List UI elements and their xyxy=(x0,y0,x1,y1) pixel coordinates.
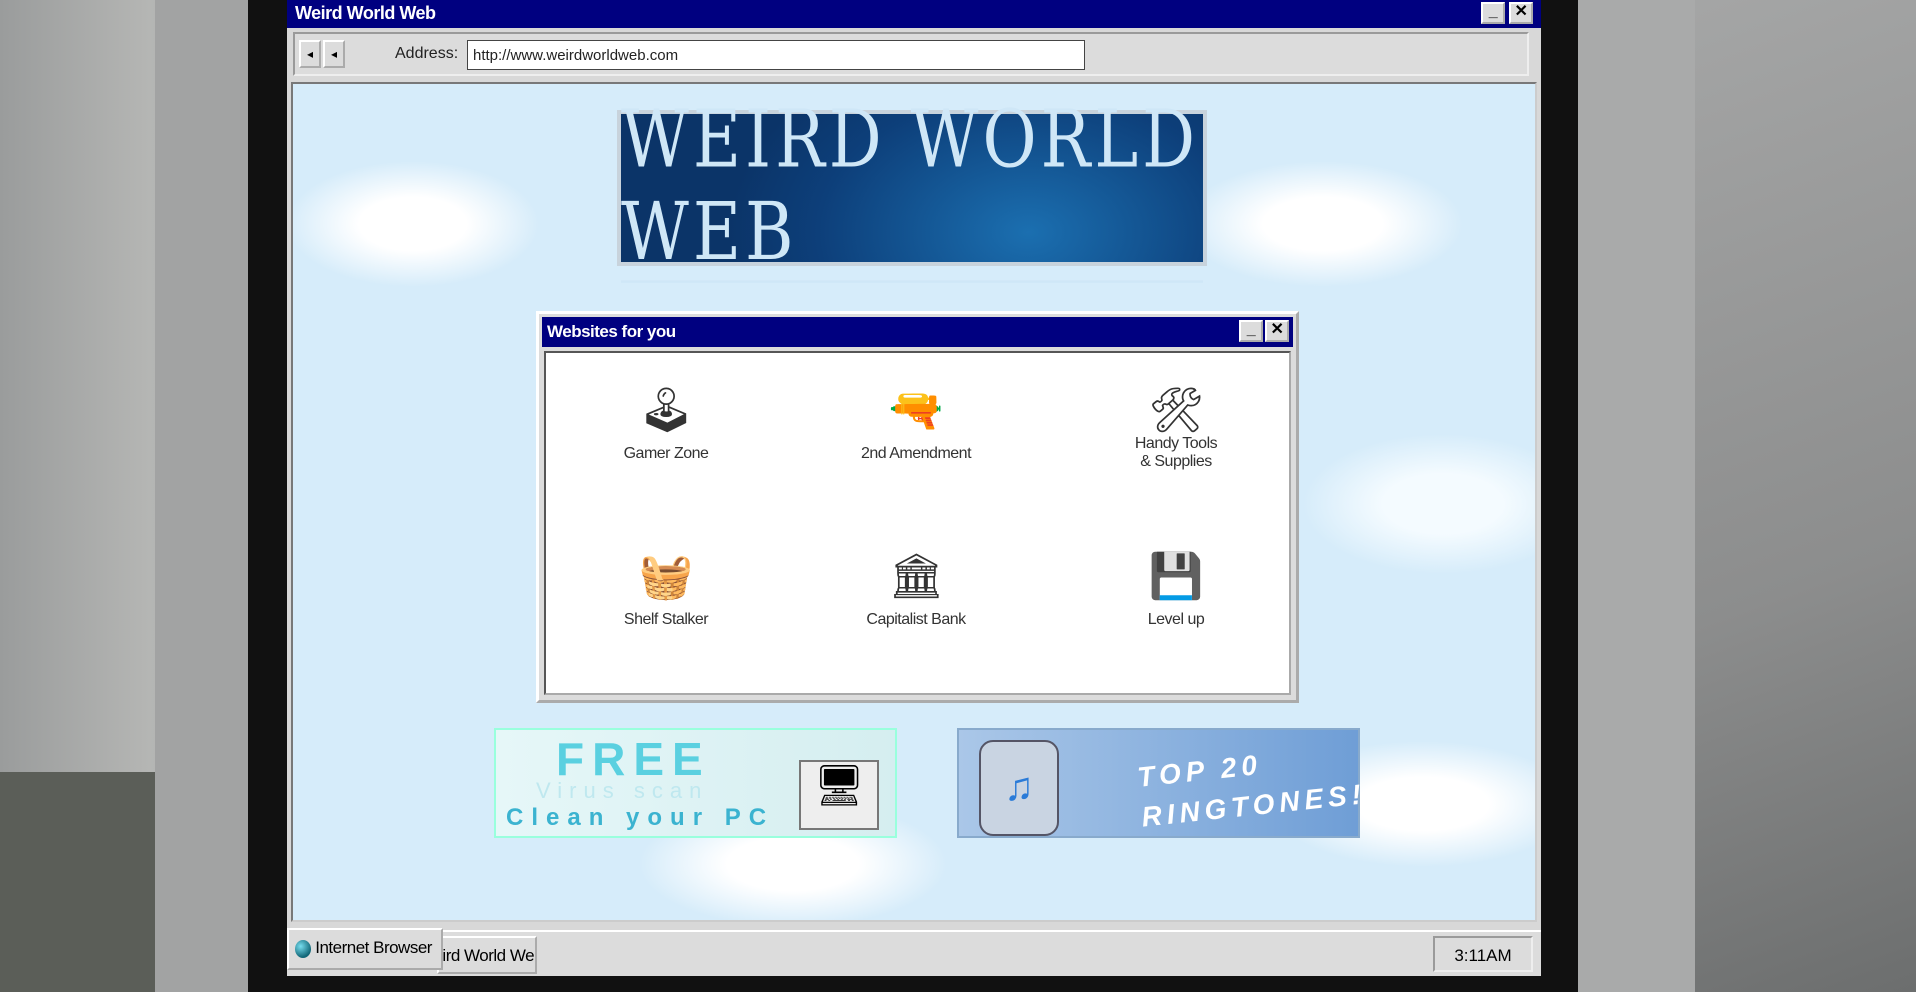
start-button[interactable]: Internet Browser xyxy=(287,928,443,970)
site-capitalist-bank[interactable]: 🏛 Capitalist Bank xyxy=(796,549,1036,629)
dialog-title: Websites for you xyxy=(547,322,676,341)
close-button[interactable]: ✕ xyxy=(1509,2,1533,24)
pistol-icon: 🔫 xyxy=(888,386,944,435)
background-floor xyxy=(0,772,155,992)
site-label: Capitalist Bank xyxy=(866,611,966,628)
address-bar: ◂ ◂ Address: http://www.weirdworldweb.co… xyxy=(293,32,1529,76)
site-label: 2nd Amendment xyxy=(860,445,972,462)
ad-tagline: Clean your PC xyxy=(506,804,775,831)
site-label: Level up xyxy=(1147,611,1205,628)
minimize-button[interactable]: _ xyxy=(1481,2,1505,24)
dialog-title-bar: Websites for you _ ✕ xyxy=(542,317,1293,347)
background-pillar-right xyxy=(1575,0,1695,992)
globe-icon xyxy=(295,939,311,958)
start-label: Internet Browser xyxy=(315,938,432,957)
site-label: Gamer Zone xyxy=(623,445,709,462)
address-input[interactable]: http://www.weirdworldweb.com xyxy=(467,40,1085,70)
back-button[interactable]: ◂ xyxy=(299,40,321,68)
bank-icon: 🏛 xyxy=(888,552,944,601)
ad-subline: Virus scan xyxy=(536,778,709,803)
joystick-icon: 🕹 xyxy=(638,386,694,435)
basket-icon: 🧺 xyxy=(638,552,694,601)
dialog-close-button[interactable]: ✕ xyxy=(1265,320,1289,342)
phone-icon: ♫ xyxy=(979,740,1059,836)
site-shelf-stalker[interactable]: 🧺 Shelf Stalker xyxy=(546,549,786,629)
taskbar-clock: 3:11AM xyxy=(1433,936,1533,972)
computer-icon: 🖥 xyxy=(799,760,879,830)
logo-text: WEIRD WORLD WEB xyxy=(621,93,1203,283)
site-handy-tools[interactable]: 🛠 Handy Tools & Supplies xyxy=(1056,383,1296,471)
site-label: Shelf Stalker xyxy=(623,611,709,628)
taskbar-window-button[interactable]: Weird World Web xyxy=(437,936,537,974)
monitor-screen: Weird World Web _ ✕ ◂ ◂ Address: http://… xyxy=(287,0,1541,976)
taskbar: Weird World Web Internet Browser 3:11AM xyxy=(287,928,1541,976)
browser-title-bar: Weird World Web _ ✕ xyxy=(287,0,1541,28)
forward-button[interactable]: ◂ xyxy=(323,40,345,68)
dialog-body: 🕹 Gamer Zone 🔫 2nd Amendment 🛠 Handy Too… xyxy=(544,351,1291,695)
site-2nd-amendment[interactable]: 🔫 2nd Amendment xyxy=(796,383,1036,463)
site-label: Handy Tools & Supplies xyxy=(1134,435,1218,470)
site-logo-banner: WEIRD WORLD WEB xyxy=(617,93,1207,283)
dialog-minimize-button[interactable]: _ xyxy=(1239,320,1263,342)
ringtones-ad[interactable]: ♫ TOP 20 RINGTONES! xyxy=(957,728,1367,838)
site-level-up[interactable]: 💾 Level up xyxy=(1056,549,1296,629)
background-pillar-left xyxy=(155,0,250,992)
websites-dialog: Websites for you _ ✕ 🕹 Gamer Zone 🔫 2nd … xyxy=(536,311,1299,703)
virus-scan-ad[interactable]: FREE Virus scan Clean your PC 🖥 xyxy=(494,728,897,838)
address-label: Address: xyxy=(395,45,459,62)
floppy-disk-icon: 💾 xyxy=(1148,552,1204,601)
ad-headline: TOP 20 RINGTONES! xyxy=(1135,748,1368,833)
browser-title: Weird World Web xyxy=(295,3,436,23)
web-page-content: WEIRD WORLD WEB Websites for you _ ✕ 🕹 G… xyxy=(291,82,1537,922)
site-gamer-zone[interactable]: 🕹 Gamer Zone xyxy=(546,383,786,463)
tools-icon: 🛠 xyxy=(1148,386,1204,435)
